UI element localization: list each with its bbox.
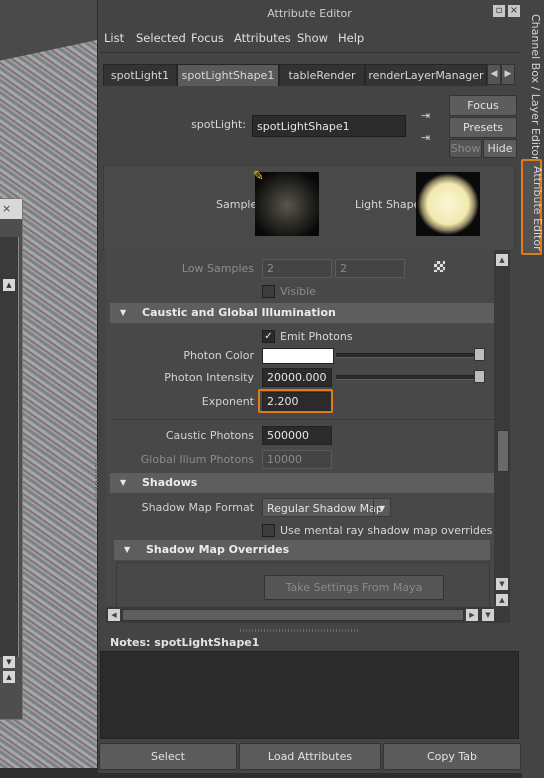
sample-label: Sample: [216, 198, 258, 211]
exponent-highlight: [258, 389, 333, 413]
left-panel-header: ×: [0, 199, 22, 219]
show-button[interactable]: Show: [449, 139, 482, 158]
tab-scroll-right-icon[interactable]: ▶: [501, 64, 515, 85]
global-illum-photons-label: Global Illum Photons: [140, 453, 254, 466]
photon-color-swatch[interactable]: [262, 348, 334, 364]
menu-focus[interactable]: Focus: [191, 31, 224, 45]
collapse-triangle-icon: ▼: [120, 308, 127, 317]
viewport-dark-fold: [0, 0, 97, 65]
menu-list[interactable]: List: [104, 31, 124, 45]
menu-show[interactable]: Show: [297, 31, 328, 45]
scroll-down-icon[interactable]: ▼: [482, 609, 494, 621]
node-type-label: spotLight:: [191, 118, 246, 131]
photon-intensity-field[interactable]: 20000.000: [262, 368, 332, 387]
scroll-right-icon[interactable]: ▶: [466, 609, 478, 621]
section-shadow-map-overrides[interactable]: ▼ Shadow Map Overrides: [114, 540, 490, 560]
menu-selected[interactable]: Selected: [136, 31, 186, 45]
caustic-photons-label: Caustic Photons: [165, 429, 254, 442]
divider: [112, 419, 494, 420]
checker-map-icon[interactable]: [434, 261, 445, 272]
notes-label: Notes: spotLightShape1: [110, 636, 259, 649]
chevron-down-icon: ▼: [373, 499, 390, 516]
low-samples-label: Low Samples: [181, 262, 254, 275]
scroll-up-icon[interactable]: ▲: [3, 671, 15, 683]
photon-intensity-slider[interactable]: [336, 375, 484, 380]
node-name-field[interactable]: spotLightShape1: [252, 115, 406, 137]
section-caustic-global-illumination[interactable]: ▼ Caustic and Global Illumination: [110, 303, 494, 323]
vertical-scroll-thumb[interactable]: [497, 430, 509, 472]
scroll-down-icon[interactable]: ▼: [3, 656, 15, 668]
mental-ray-override-label: Use mental ray shadow map overrides: [280, 524, 493, 537]
take-settings-button[interactable]: Take Settings From Maya: [264, 575, 444, 600]
notes-textarea[interactable]: [100, 651, 519, 739]
close-window-icon[interactable]: ×: [508, 5, 520, 17]
photon-color-slider[interactable]: [336, 353, 484, 358]
photon-color-slider-knob[interactable]: [474, 348, 485, 361]
menu-help[interactable]: Help: [338, 31, 364, 45]
copy-tab-button[interactable]: Copy Tab: [383, 743, 521, 770]
load-attributes-button[interactable]: Load Attributes: [239, 743, 381, 770]
select-button[interactable]: Select: [99, 743, 237, 770]
scroll-up-icon[interactable]: ▲: [3, 279, 15, 291]
notes-resize-handle[interactable]: [240, 629, 360, 632]
emit-photons-label: Emit Photons: [280, 330, 353, 343]
section-shadows[interactable]: ▼ Shadows: [110, 473, 494, 493]
caustic-photons-field[interactable]: 500000: [262, 426, 332, 445]
tab-channel-box-layer-editor[interactable]: Channel Box / Layer Editor: [522, 14, 542, 161]
tab-renderlayermanager[interactable]: renderLayerManager: [365, 64, 487, 86]
global-illum-photons-field[interactable]: 10000: [262, 450, 332, 469]
light-shape-swatch: [416, 172, 480, 236]
tab-spotlightshape1[interactable]: spotLightShape1: [177, 64, 279, 86]
input-connection-icon[interactable]: ⇥: [421, 109, 435, 123]
collapse-triangle-icon: ▼: [120, 478, 127, 487]
panel-grip-handle[interactable]: [95, 460, 98, 500]
menu-attributes[interactable]: Attributes: [234, 31, 291, 45]
presets-button[interactable]: Presets: [449, 117, 517, 138]
emit-photons-checkbox[interactable]: ✓: [262, 330, 275, 343]
horizontal-scroll-thumb[interactable]: [122, 609, 464, 621]
notes-node-name: spotLightShape1: [154, 636, 260, 649]
shadow-map-format-label: Shadow Map Format: [141, 501, 254, 514]
tab-attribute-editor[interactable]: Attribute Editor: [524, 166, 544, 251]
shadow-map-format-value: Regular Shadow Map: [267, 502, 383, 515]
mental-ray-override-checkbox[interactable]: [262, 524, 275, 537]
section-title: Shadows: [142, 476, 198, 489]
photon-intensity-label: Photon Intensity: [164, 371, 254, 384]
photon-intensity-slider-knob[interactable]: [474, 370, 485, 383]
tab-spotlight1[interactable]: spotLight1: [103, 64, 177, 86]
close-icon[interactable]: ×: [2, 202, 11, 215]
focus-button[interactable]: Focus: [449, 95, 517, 116]
left-panel-list[interactable]: [0, 237, 19, 657]
section-title: Shadow Map Overrides: [146, 543, 290, 556]
low-samples-field-2[interactable]: 2: [335, 259, 405, 278]
scroll-up-icon[interactable]: ▲: [496, 254, 508, 266]
float-window-icon[interactable]: ▫: [493, 5, 505, 17]
visible-label: Visible: [280, 285, 316, 298]
attribute-horizontal-scrollbar[interactable]: ◀ ▶ ▼: [106, 607, 510, 623]
pin-icon[interactable]: ✎: [253, 170, 267, 184]
attribute-vertical-scrollbar[interactable]: ▲ ▼ ▲: [494, 250, 510, 606]
shadow-map-format-dropdown[interactable]: Regular Shadow Map ▼: [262, 498, 391, 517]
collapse-triangle-icon: ▼: [124, 545, 131, 554]
exponent-label: Exponent: [201, 395, 254, 408]
window-title: Attribute Editor: [267, 7, 352, 20]
low-samples-field-1[interactable]: 2: [262, 259, 332, 278]
visible-checkbox[interactable]: [262, 285, 275, 298]
photon-color-label: Photon Color: [183, 349, 254, 362]
notes-prefix: Notes:: [110, 636, 151, 649]
scroll-up-icon[interactable]: ▲: [496, 594, 508, 606]
left-floating-panel: × ▲ ▼ ▲: [0, 198, 23, 720]
scroll-left-icon[interactable]: ◀: [108, 609, 120, 621]
light-shape-label: Light Shape: [355, 198, 421, 211]
scroll-down-icon[interactable]: ▼: [496, 578, 508, 590]
hide-button[interactable]: Hide: [483, 139, 517, 158]
divider: [100, 52, 520, 53]
section-title: Caustic and Global Illumination: [142, 306, 336, 319]
tab-scroll-left-icon[interactable]: ◀: [487, 64, 501, 85]
tab-tablerender[interactable]: tableRender: [279, 64, 365, 86]
output-connection-icon[interactable]: ⇥: [421, 131, 435, 145]
